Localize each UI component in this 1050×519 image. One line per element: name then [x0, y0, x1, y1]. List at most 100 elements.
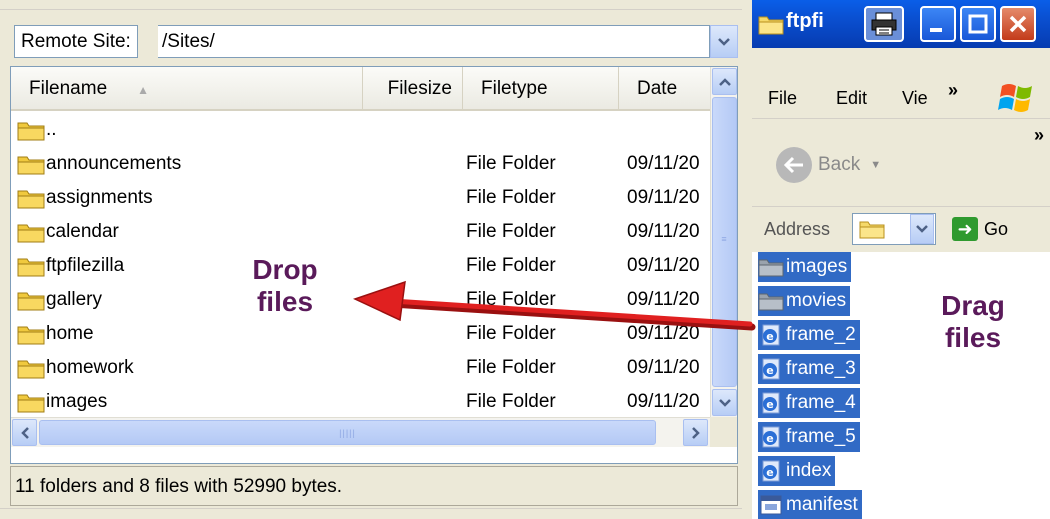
file-name-cell: announcements	[17, 147, 181, 181]
file-date-cell: 09/11/20	[627, 391, 700, 412]
file-name-cell: calendar	[17, 215, 119, 249]
file-label: index	[786, 460, 832, 481]
list-item[interactable]: e frame_5	[758, 422, 860, 452]
file-type-cell: File Folder	[466, 323, 556, 344]
remote-site-bar: Remote Site: /Sites/	[10, 22, 738, 62]
remote-file-list[interactable]: Filename ▲ Filesize Filetype Date .. annou…	[10, 66, 738, 464]
menu-edit[interactable]: Edit	[836, 88, 867, 109]
table-row[interactable]: announcements File Folder 09/11/20	[11, 147, 711, 181]
address-dropdown-button[interactable]	[910, 214, 934, 244]
list-item[interactable]: e index	[758, 456, 836, 486]
toolbar-overflow-chevron[interactable]: »	[1034, 125, 1044, 146]
grip-icon: |||||	[339, 428, 356, 438]
drop-annotation-line1: Drop	[252, 254, 318, 285]
internet-explorer-icon: e	[758, 425, 784, 449]
minimize-icon	[930, 28, 942, 32]
back-dropdown-icon[interactable]: ▼	[870, 159, 881, 171]
list-item[interactable]: e frame_2	[758, 320, 860, 350]
folder-icon	[758, 289, 784, 313]
chevron-down-icon	[718, 37, 730, 46]
internet-explorer-icon: e	[758, 391, 784, 415]
list-item[interactable]: manifest	[758, 490, 862, 519]
folder-icon	[758, 13, 784, 41]
list-item[interactable]: images	[758, 252, 852, 282]
explorer-title: ftpfi	[786, 10, 824, 32]
file-name: announcements	[46, 153, 182, 174]
explorer-menu-bar: File Edit Vie »	[752, 78, 1050, 118]
close-button[interactable]	[1000, 6, 1036, 42]
printer-icon[interactable]	[864, 6, 904, 42]
file-name: images	[46, 391, 108, 412]
file-type-cell: File Folder	[466, 255, 556, 276]
folder-icon	[17, 187, 45, 209]
column-header-filename[interactable]: Filename ▲	[11, 67, 363, 111]
explorer-toolbar: » Back ▼	[752, 118, 1050, 206]
back-label: Back	[818, 154, 861, 175]
chevron-down-icon	[916, 225, 928, 233]
file-date-cell: 09/11/20	[627, 221, 700, 242]
column-header-filesize[interactable]: Filesize	[363, 67, 463, 111]
folder-icon	[17, 221, 45, 243]
scroll-right-button[interactable]	[683, 419, 708, 446]
column-header-filetype[interactable]: Filetype	[463, 67, 619, 111]
file-type-cell: File Folder	[466, 289, 556, 310]
remote-site-dropdown-button[interactable]	[710, 25, 738, 58]
menu-view[interactable]: Vie	[902, 88, 928, 109]
file-label: frame_4	[786, 392, 856, 413]
file-date-cell: 09/11/20	[627, 289, 700, 310]
table-row[interactable]: ..	[11, 113, 711, 147]
list-item[interactable]: e frame_4	[758, 388, 860, 418]
folder-icon	[17, 119, 45, 141]
maximize-button[interactable]	[960, 6, 996, 42]
column-header-date[interactable]: Date	[619, 67, 711, 111]
horizontal-scrollbar[interactable]: |||||	[11, 417, 711, 447]
column-header-row: Filename ▲ Filesize Filetype Date	[11, 67, 711, 111]
file-type-cell: File Folder	[466, 357, 556, 378]
maximize-icon	[968, 14, 988, 34]
minimize-button[interactable]	[920, 6, 956, 42]
file-name: assignments	[46, 187, 153, 208]
scroll-up-button[interactable]	[712, 68, 737, 95]
svg-text:e: e	[766, 466, 773, 479]
table-row[interactable]: calendar File Folder 09/11/20	[11, 215, 711, 249]
remote-site-path-input[interactable]: /Sites/	[158, 25, 710, 58]
scroll-left-button[interactable]	[12, 419, 37, 446]
go-button[interactable]: ➜ Go	[952, 217, 1008, 241]
horizontal-scroll-thumb[interactable]: |||||	[39, 420, 656, 445]
file-date-cell: 09/11/20	[627, 187, 700, 208]
svg-text:e: e	[766, 432, 773, 445]
folder-icon	[859, 219, 885, 245]
go-arrow-icon: ➜	[952, 217, 978, 241]
table-row[interactable]: ftpfilezilla File Folder 09/11/20	[11, 249, 711, 283]
file-label: frame_3	[786, 358, 856, 379]
table-row[interactable]: homework File Folder 09/11/20	[11, 351, 711, 385]
file-name-cell: ..	[17, 113, 57, 147]
table-row[interactable]: images File Folder 09/11/20	[11, 385, 711, 419]
table-row[interactable]: gallery File Folder 09/11/20	[11, 283, 711, 317]
vertical-scroll-thumb[interactable]: ≡	[712, 97, 737, 387]
chevron-right-icon	[691, 426, 700, 439]
svg-text:e: e	[766, 364, 773, 377]
menu-file[interactable]: File	[768, 88, 797, 109]
chevron-left-icon	[20, 426, 29, 439]
folder-icon	[17, 323, 45, 345]
explorer-title-bar[interactable]: ftpfi	[752, 0, 1050, 48]
file-name-cell: homework	[17, 351, 134, 385]
drag-annotation-line1: Drag	[941, 290, 1005, 321]
file-type-cell: File Folder	[466, 221, 556, 242]
scroll-down-button[interactable]	[712, 389, 737, 416]
file-date-cell: 09/11/20	[627, 255, 700, 276]
back-button[interactable]: Back ▼	[776, 147, 881, 183]
table-row[interactable]: home File Folder 09/11/20	[11, 317, 711, 351]
list-item[interactable]: e frame_3	[758, 354, 860, 384]
menu-overflow-chevron[interactable]: »	[948, 80, 958, 101]
pane-top-edge	[0, 0, 742, 10]
folder-icon	[17, 391, 45, 413]
table-row[interactable]: assignments File Folder 09/11/20	[11, 181, 711, 215]
vertical-scrollbar[interactable]: ≡	[710, 67, 737, 417]
chevron-down-icon	[718, 398, 731, 407]
svg-text:e: e	[766, 330, 773, 343]
internet-explorer-icon: e	[758, 323, 784, 347]
drop-files-annotation: Drop files	[230, 254, 340, 318]
list-item[interactable]: movies	[758, 286, 851, 316]
